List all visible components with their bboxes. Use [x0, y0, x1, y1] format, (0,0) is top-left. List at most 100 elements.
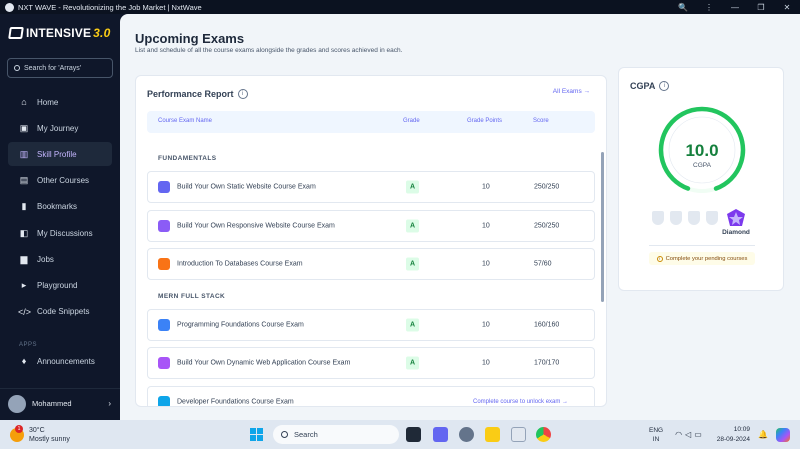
- sidebar-item-label: Jobs: [37, 254, 54, 264]
- search-placeholder: Search for 'Arrays': [24, 64, 82, 72]
- course-icon: [158, 357, 170, 369]
- sidebar-item-label: Home: [37, 97, 59, 107]
- performance-title-text: Performance Report: [147, 89, 234, 99]
- course-exam-name: Build Your Own Static Website Course Exa…: [177, 183, 316, 191]
- clock-time: 10:09: [733, 425, 751, 433]
- course-icon: [158, 181, 170, 193]
- windows-start-icon[interactable]: [250, 428, 263, 441]
- grade-points: 10: [482, 321, 490, 328]
- locked-badge: [652, 211, 664, 225]
- course-exam-name: Build Your Own Dynamic Web Application C…: [177, 359, 351, 367]
- sidebar-item-my-discussions[interactable]: ◧ My Discussions: [8, 221, 112, 245]
- pending-courses-notice[interactable]: ! Complete your pending courses: [649, 252, 755, 265]
- search-icon: [14, 65, 20, 71]
- bell-icon: ♦: [21, 356, 27, 366]
- sidebar-item-my-journey[interactable]: ▣ My Journey: [8, 116, 112, 140]
- table-row[interactable]: Build Your Own Dynamic Web Application C…: [147, 347, 595, 379]
- taskbar-search[interactable]: Search: [273, 425, 399, 444]
- sidebar-item-bookmarks[interactable]: ▮ Bookmarks: [8, 195, 112, 219]
- header-grade: Grade: [403, 118, 420, 124]
- info-icon[interactable]: i: [237, 89, 248, 99]
- minimize-button[interactable]: —: [722, 3, 748, 12]
- language-indicator[interactable]: ENG IN: [649, 426, 663, 444]
- apps-section-label: APPS: [19, 342, 38, 348]
- weather-desc: Mostly sunny: [29, 436, 70, 443]
- logo-text: INTENSIVE: [26, 26, 92, 40]
- table-row[interactable]: Introduction To Databases Course Exam A 10…: [147, 248, 595, 280]
- weather-widget[interactable]: 1 30°C Mostly sunny: [10, 425, 70, 444]
- grade-badge: A: [406, 257, 419, 271]
- zoom-icon[interactable]: 🔍: [670, 3, 696, 12]
- scrollbar[interactable]: [601, 152, 604, 302]
- task-view-icon[interactable]: [406, 427, 421, 442]
- badge-row: Diamond: [652, 209, 762, 239]
- file-explorer-icon[interactable]: [485, 427, 500, 442]
- settings-icon[interactable]: [459, 427, 474, 442]
- avatar: [8, 394, 26, 413]
- page-subtitle: List and schedule of all the course exam…: [135, 47, 403, 54]
- app-window-icon[interactable]: [511, 427, 526, 442]
- window-title: NXT WAVE - Revolutionizing the Job Marke…: [18, 2, 202, 12]
- cgpa-card: CGPA i 10.0 CGPA Diamond ! Complete your…: [618, 67, 784, 291]
- journey-icon: ▣: [19, 122, 29, 133]
- course-exam-name: Programming Foundations Course Exam: [177, 321, 304, 328]
- course-icon: [158, 395, 170, 406]
- grade-points: 10: [482, 359, 490, 367]
- course-exam-name: Build Your Own Responsive Website Course…: [177, 222, 335, 229]
- sidebar-item-label: Bookmarks: [37, 202, 78, 212]
- table-row[interactable]: Developer Foundations Course Exam Complet…: [147, 385, 595, 406]
- sidebar-item-playground[interactable]: ▸ Playground: [8, 273, 112, 297]
- close-button[interactable]: ✕: [774, 3, 800, 12]
- skill-profile-icon: ▥: [19, 148, 29, 159]
- locked-badge: [670, 211, 682, 225]
- table-row[interactable]: Programming Foundations Course Exam A 10 16…: [147, 308, 595, 341]
- home-icon: ⌂: [21, 97, 27, 107]
- logo-version: 3.0: [93, 26, 111, 40]
- header-grade-points: Grade Points: [467, 118, 503, 124]
- sidebar-item-other-courses[interactable]: ▤ Other Courses: [8, 169, 112, 193]
- maximize-button[interactable]: ❐: [748, 3, 774, 12]
- table-row[interactable]: Build Your Own Responsive Website Course…: [147, 209, 595, 242]
- info-icon[interactable]: i: [659, 81, 670, 91]
- grade-points: 10: [482, 260, 490, 268]
- sidebar-item-skill-profile[interactable]: ▥ Skill Profile: [8, 142, 112, 167]
- user-profile[interactable]: Mohammed ›: [0, 388, 120, 418]
- clock[interactable]: 10:09 28-09-2024: [717, 425, 750, 445]
- user-name: Mohammed: [32, 399, 72, 408]
- grade-badge: A: [406, 180, 419, 194]
- section-label: MERN FULL STACK: [158, 292, 226, 300]
- sidebar-item-home[interactable]: ⌂ Home: [8, 90, 112, 114]
- unlock-hint-link[interactable]: Complete course to unlock exam →: [473, 399, 568, 405]
- chevron-right-icon: ›: [108, 399, 111, 408]
- notification-bell-icon[interactable]: 🔔: [758, 430, 768, 439]
- network-volume-battery-icons[interactable]: ◠◁▭: [675, 430, 705, 439]
- teams-icon[interactable]: [433, 427, 448, 442]
- all-exams-link[interactable]: All Exams →: [553, 88, 590, 95]
- more-options-icon[interactable]: ⋮: [696, 3, 722, 12]
- sidebar-item-jobs[interactable]: ▆ Jobs: [8, 247, 112, 271]
- performance-report-card: Performance Report i All Exams → Course …: [135, 75, 607, 407]
- grade-points: 10: [482, 183, 490, 191]
- section-label: FUNDAMENTALS: [158, 155, 217, 162]
- score: 250/250: [534, 183, 560, 191]
- notification-badge: 1: [15, 425, 23, 433]
- book-icon: ▤: [19, 175, 29, 186]
- search-input[interactable]: Search for 'Arrays': [7, 58, 113, 78]
- grade-badge: A: [406, 356, 419, 370]
- sidebar-item-label: Playground: [37, 280, 78, 290]
- copilot-icon[interactable]: [776, 427, 790, 442]
- sidebar-item-announcements[interactable]: ♦ Announcements: [8, 349, 112, 373]
- chrome-icon[interactable]: [536, 427, 551, 442]
- logo[interactable]: INTENSIVE 3.0: [8, 26, 111, 40]
- header-score: Score: [533, 118, 549, 124]
- score: 170/170: [534, 359, 560, 367]
- sidebar-item-code-snippets[interactable]: </> Code Snippets: [8, 300, 112, 324]
- course-icon: [158, 258, 170, 270]
- info-icon: !: [656, 255, 663, 262]
- cgpa-gauge-label: CGPA: [693, 162, 711, 169]
- window-titlebar: NXT WAVE - Revolutionizing the Job Marke…: [0, 0, 800, 14]
- performance-report-title: Performance Report i: [147, 89, 248, 99]
- table-row[interactable]: Build Your Own Static Website Course Exa…: [147, 171, 595, 203]
- logo-mark-icon: [8, 27, 24, 39]
- grade-badge: A: [406, 318, 419, 331]
